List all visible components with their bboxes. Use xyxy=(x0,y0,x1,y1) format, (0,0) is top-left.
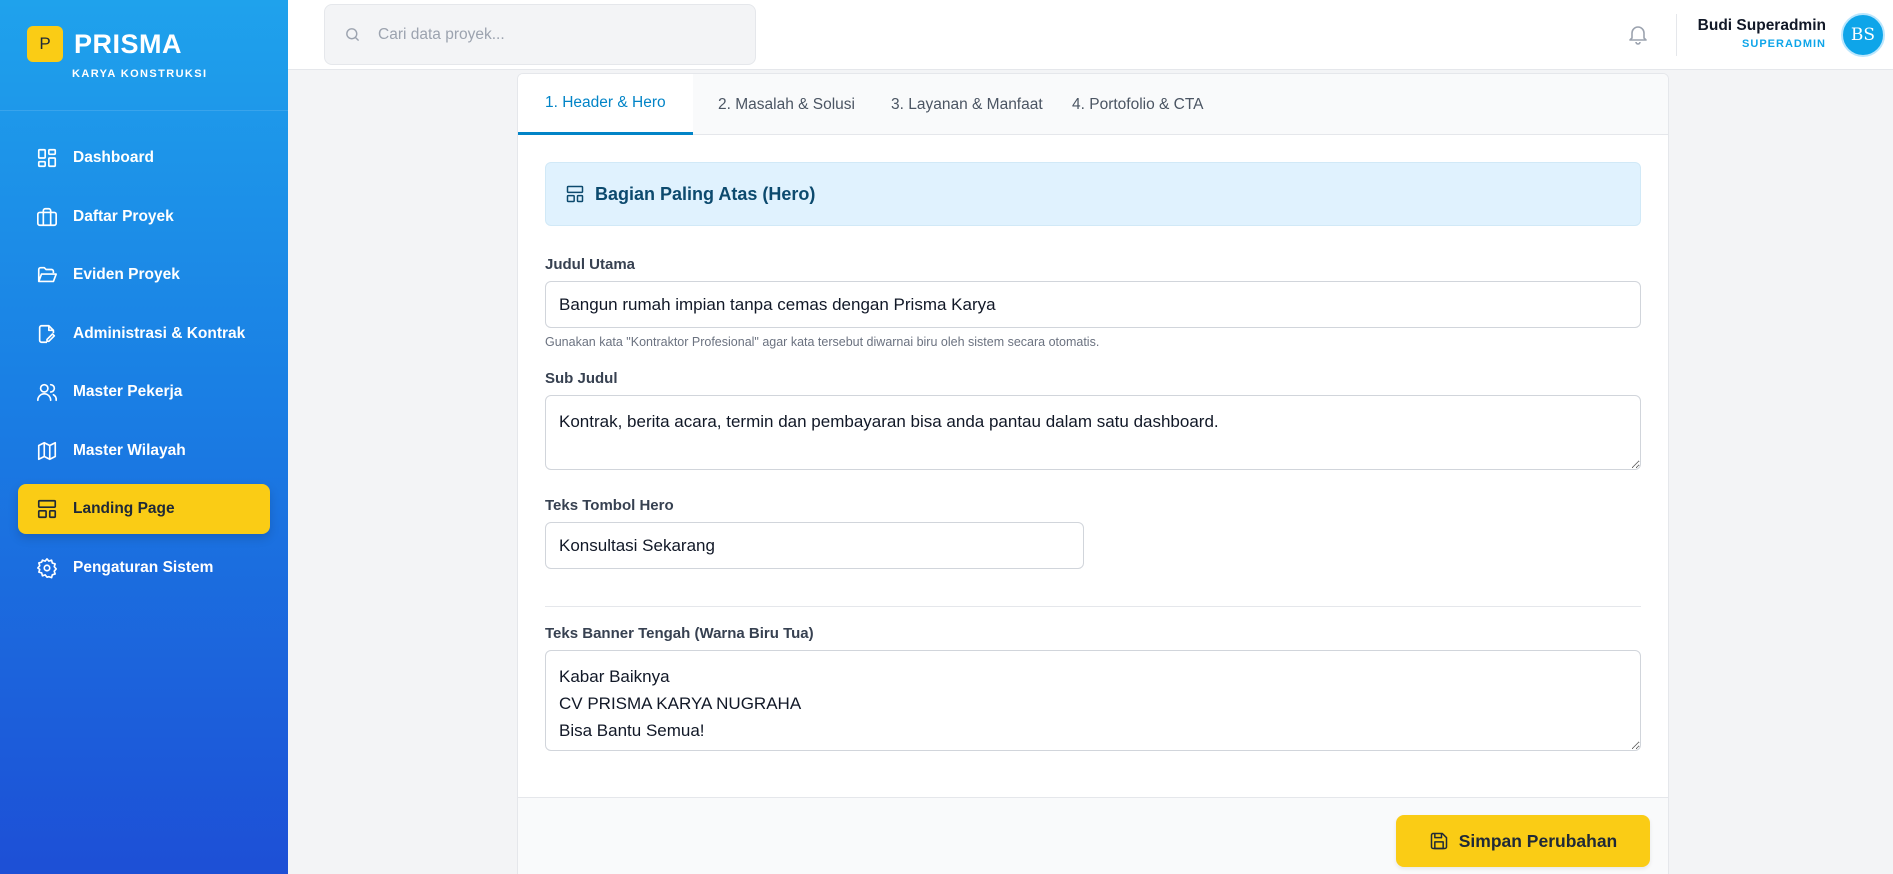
teks-banner-textarea[interactable]: Kabar Baiknya CV PRISMA KARYA NUGRAHA Bi… xyxy=(545,650,1641,751)
tab-masalah-solusi[interactable]: 2. Masalah & Solusi xyxy=(691,74,882,135)
sidebar-nav: Dashboard Daftar Proyek Eviden Proyek Ad… xyxy=(18,133,270,601)
brand-logo: P xyxy=(27,26,63,62)
layout-icon xyxy=(566,185,584,203)
topbar: Budi Superadmin SUPERADMIN BS xyxy=(288,0,1893,70)
save-icon xyxy=(1430,832,1447,850)
briefcase-icon xyxy=(37,207,57,226)
map-icon xyxy=(37,441,57,460)
sidebar-item-pengaturan-sistem[interactable]: Pengaturan Sistem xyxy=(18,543,270,593)
sidebar-item-label: Master Wilayah xyxy=(73,441,186,459)
brand[interactable]: P PRISMA xyxy=(27,26,182,62)
sidebar: P PRISMA KARYA KONSTRUKSI Dashboard Daft… xyxy=(0,0,288,874)
tab-bar: 1. Header & Hero 2. Masalah & Solusi 3. … xyxy=(518,74,1668,135)
teks-tombol-hero-input[interactable] xyxy=(545,522,1084,569)
brand-subtitle: KARYA KONSTRUKSI xyxy=(72,68,208,80)
landing-page-editor-card: 1. Header & Hero 2. Masalah & Solusi 3. … xyxy=(517,73,1669,874)
search-input[interactable] xyxy=(378,25,738,44)
sidebar-divider xyxy=(0,110,288,111)
sidebar-item-label: Daftar Proyek xyxy=(73,207,174,225)
sidebar-item-master-pekerja[interactable]: Master Pekerja xyxy=(18,367,270,417)
teks-banner-label: Teks Banner Tengah (Warna Biru Tua) xyxy=(545,625,814,642)
sidebar-item-label: Landing Page xyxy=(73,500,175,517)
judul-utama-label: Judul Utama xyxy=(545,256,636,273)
sidebar-item-label: Pengaturan Sistem xyxy=(73,558,214,576)
sidebar-item-label: Eviden Proyek xyxy=(73,266,180,283)
user-role: SUPERADMIN xyxy=(1742,38,1826,50)
sidebar-item-landing-page[interactable]: Landing Page xyxy=(18,484,270,534)
avatar[interactable]: BS xyxy=(1841,13,1885,57)
search-icon xyxy=(346,28,359,41)
search-box[interactable] xyxy=(324,4,756,65)
layout-icon xyxy=(37,499,57,519)
sidebar-item-eviden-proyek[interactable]: Eviden Proyek xyxy=(18,250,270,300)
judul-utama-hint: Gunakan kata "Kontraktor Profesional" ag… xyxy=(545,335,1100,349)
user-name: Budi Superadmin xyxy=(1697,17,1826,34)
save-button[interactable]: Simpan Perubahan xyxy=(1396,815,1650,867)
sub-judul-textarea[interactable]: Kontrak, berita acara, termin dan pembay… xyxy=(545,395,1641,470)
section-title: Bagian Paling Atas (Hero) xyxy=(595,183,816,204)
sidebar-item-label: Administrasi & Kontrak xyxy=(73,324,246,342)
tab-layanan-manfaat[interactable]: 3. Layanan & Manfaat xyxy=(864,74,1070,135)
gear-icon xyxy=(37,557,57,578)
dashboard-icon xyxy=(37,148,57,168)
tab-portofolio-cta[interactable]: 4. Portofolio & CTA xyxy=(1045,74,1231,135)
sub-judul-label: Sub Judul xyxy=(545,370,618,387)
sidebar-item-master-wilayah[interactable]: Master Wilayah xyxy=(18,426,270,476)
topbar-divider xyxy=(1676,14,1677,56)
teks-tombol-hero-label: Teks Tombol Hero xyxy=(545,497,674,514)
sidebar-item-label: Master Pekerja xyxy=(73,383,183,400)
file-edit-icon xyxy=(38,324,56,343)
sidebar-item-label: Dashboard xyxy=(73,149,154,166)
brand-name: PRISMA xyxy=(74,28,183,59)
sidebar-item-dashboard[interactable]: Dashboard xyxy=(18,133,270,183)
tab-header-hero[interactable]: 1. Header & Hero xyxy=(518,74,693,135)
folder-open-icon xyxy=(37,266,57,283)
section-divider xyxy=(545,606,1641,607)
bell-icon[interactable] xyxy=(1626,22,1650,46)
judul-utama-input[interactable] xyxy=(545,281,1641,328)
save-button-label: Simpan Perubahan xyxy=(1458,830,1618,851)
card-footer: Simpan Perubahan xyxy=(518,797,1668,874)
section-header: Bagian Paling Atas (Hero) xyxy=(545,162,1641,226)
sidebar-item-daftar-proyek[interactable]: Daftar Proyek xyxy=(18,192,270,242)
users-icon xyxy=(37,383,57,402)
sidebar-item-administrasi-kontrak[interactable]: Administrasi & Kontrak xyxy=(18,309,270,359)
